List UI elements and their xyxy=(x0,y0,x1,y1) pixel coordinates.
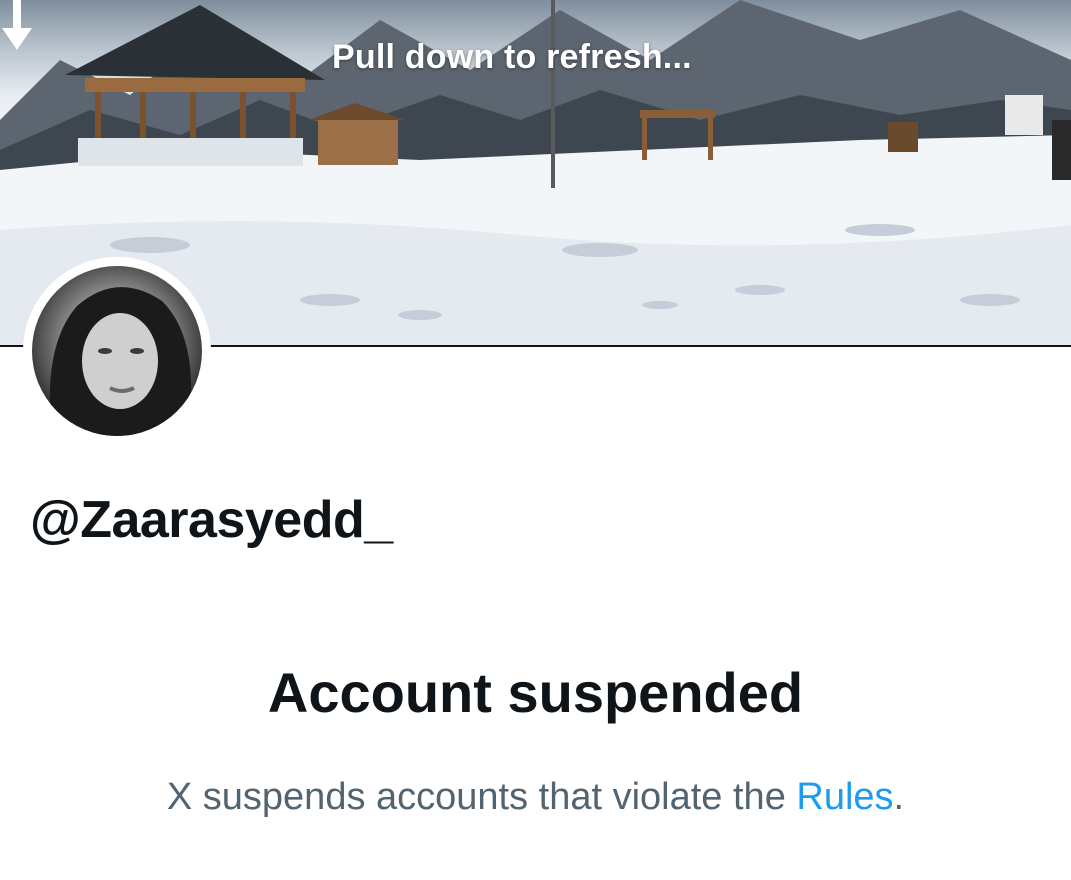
rules-link[interactable]: Rules xyxy=(796,776,893,818)
avatar[interactable] xyxy=(23,257,211,445)
profile-handle: @Zaarasyedd_ xyxy=(30,491,393,549)
arrow-down-icon xyxy=(2,0,32,50)
suspended-title: Account suspended xyxy=(267,661,804,724)
avatar-portrait xyxy=(49,287,192,436)
suspended-description: X suspends accounts that violate the Rul… xyxy=(0,776,1071,819)
description-text: X suspends accounts that violate the xyxy=(166,776,797,818)
avatar-photo xyxy=(32,266,202,436)
pull-to-refresh-label: Pull down to refresh... xyxy=(332,38,692,76)
description-period: . xyxy=(893,776,905,818)
